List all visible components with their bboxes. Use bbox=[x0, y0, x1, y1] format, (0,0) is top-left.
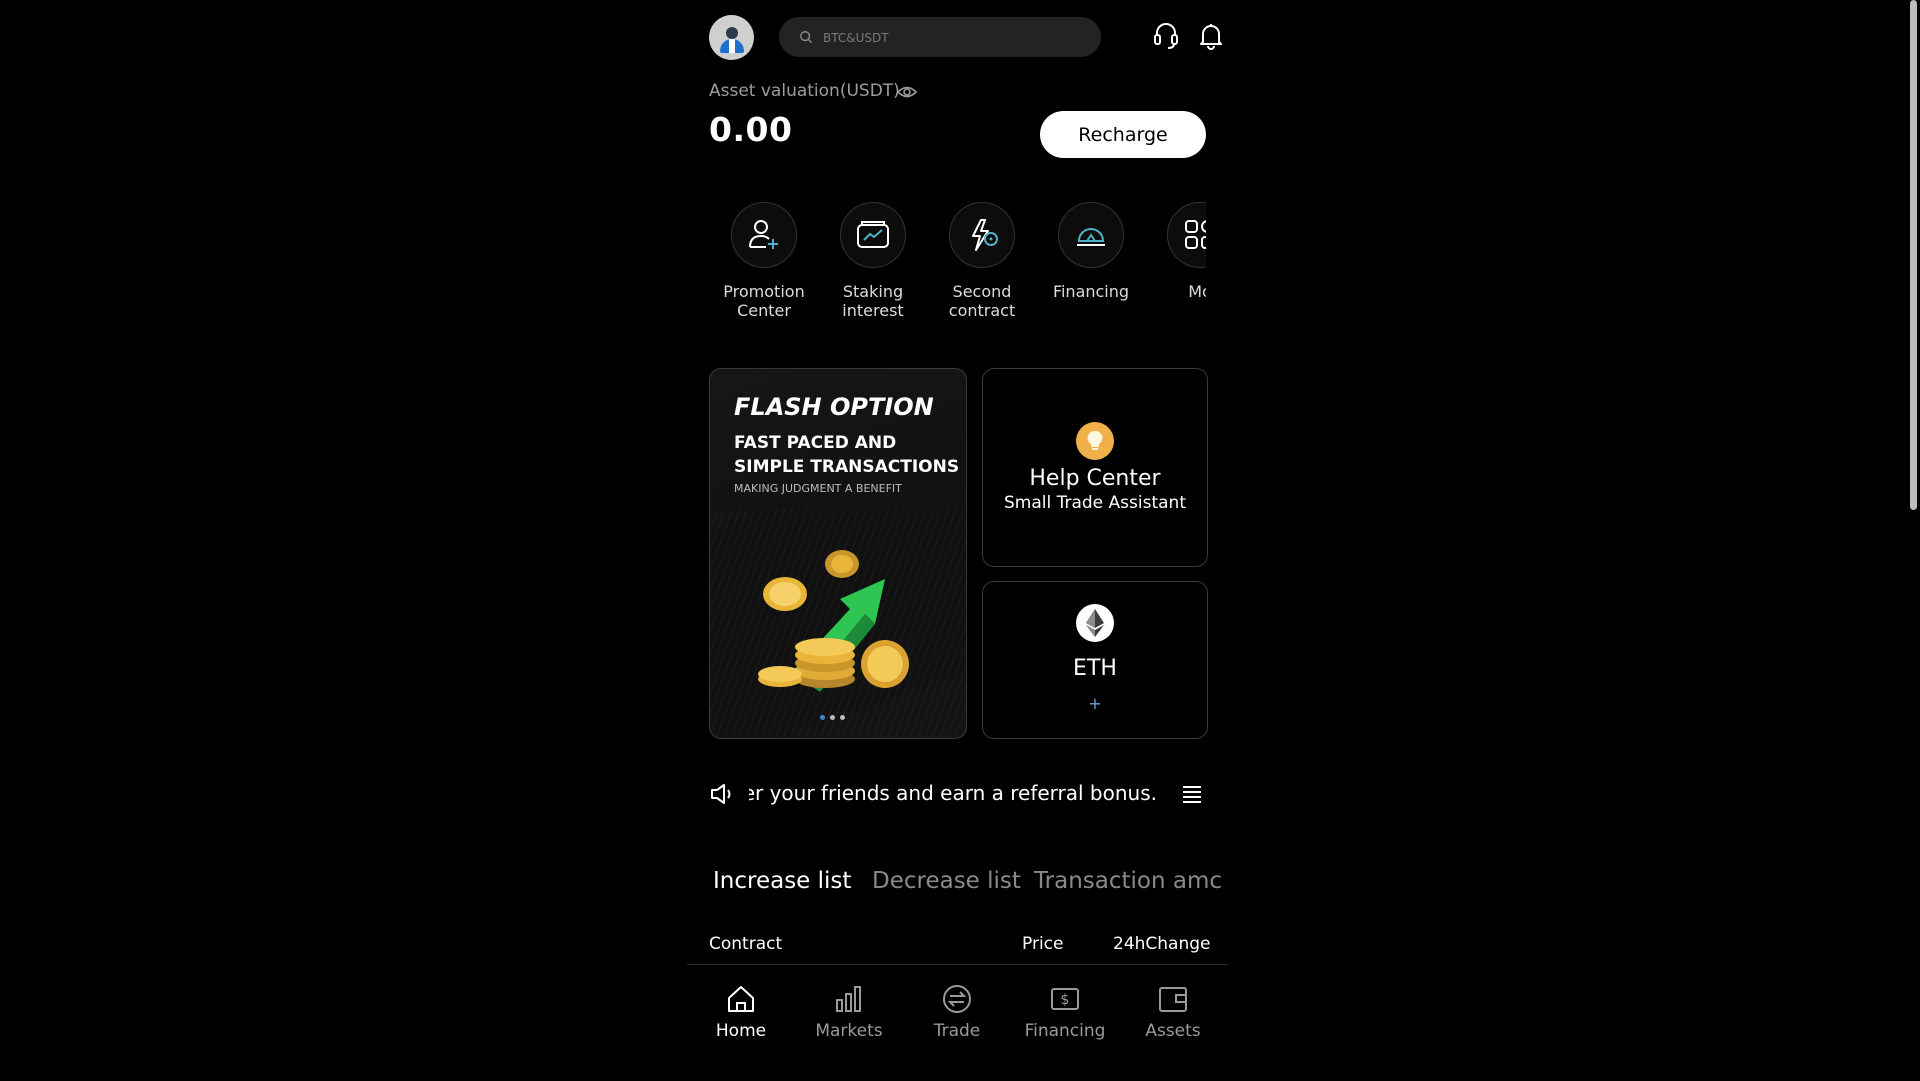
asset-valuation-value: 0.00 bbox=[709, 110, 793, 149]
home-icon bbox=[728, 986, 754, 1012]
nav-trade[interactable]: Trade bbox=[907, 983, 1007, 1041]
lightning-clock-icon bbox=[972, 219, 998, 251]
flash-option-banner[interactable]: FLASH OPTION FAST PACED AND SIMPLE TRANS… bbox=[709, 368, 967, 739]
quick-item-promotion-center[interactable]: Promotion Center bbox=[709, 202, 819, 320]
mobile-app: Asset valuation(USDT) 0.00 Recharge Prom… bbox=[687, 0, 1228, 1081]
banner-dot[interactable] bbox=[820, 715, 825, 720]
banner-dot[interactable] bbox=[840, 715, 845, 720]
lightbulb-icon bbox=[1076, 422, 1114, 460]
notice-bar: efer your friends and earn a referral bo… bbox=[709, 778, 1206, 812]
banner-title: FLASH OPTION bbox=[734, 393, 934, 421]
asset-valuation-label: Asset valuation(USDT) bbox=[709, 81, 900, 101]
quick-item-staking-interest[interactable]: Staking interest bbox=[818, 202, 928, 320]
banner-dot[interactable] bbox=[830, 715, 835, 720]
help-center-subtitle: Small Trade Assistant bbox=[1003, 493, 1186, 513]
avatar[interactable] bbox=[709, 15, 754, 60]
nav-home[interactable]: Home bbox=[691, 983, 791, 1041]
notice-marquee: efer your friends and earn a referral bo… bbox=[749, 778, 1157, 812]
quick-item-label: Second contract bbox=[948, 282, 1016, 320]
wallet-icon bbox=[1159, 987, 1187, 1012]
notice-text: efer your friends and earn a referral bo… bbox=[749, 781, 1157, 805]
eth-name: ETH bbox=[1073, 656, 1117, 681]
avatar-head bbox=[726, 27, 738, 39]
nav-label: Financing bbox=[1024, 1021, 1106, 1041]
banner-pagination bbox=[820, 715, 860, 723]
nav-assets[interactable]: Assets bbox=[1123, 983, 1223, 1041]
wallet-chart-icon bbox=[857, 221, 889, 248]
piggy-dome-icon bbox=[1077, 228, 1105, 246]
banner-subtitle: FAST PACED AND SIMPLE TRANSACTIONS bbox=[734, 433, 960, 477]
quick-item-financing[interactable]: Financing bbox=[1036, 202, 1146, 301]
eth-card[interactable]: ETH + bbox=[982, 581, 1208, 739]
top-header bbox=[709, 15, 1222, 60]
search-icon bbox=[800, 31, 812, 43]
dollar-card-icon: $ bbox=[1051, 988, 1079, 1010]
quick-menu: Promotion Center Staking interest Second… bbox=[709, 202, 1206, 322]
help-center-title: Help Center bbox=[1029, 466, 1161, 491]
column-header-24h-change: 24hChange bbox=[1113, 934, 1211, 954]
quick-item-circle bbox=[949, 202, 1015, 268]
column-header-contract: Contract bbox=[709, 934, 783, 954]
recharge-button[interactable]: Recharge bbox=[1040, 111, 1206, 158]
quick-item-label: Staking interest bbox=[842, 282, 904, 320]
tab-increase-list[interactable]: Increase list bbox=[713, 868, 851, 894]
user-plus-icon bbox=[749, 220, 778, 249]
more-grid-icon bbox=[1185, 220, 1206, 249]
quick-item-more[interactable]: Mo bbox=[1145, 202, 1206, 301]
quick-item-label: Promotion Center bbox=[723, 282, 805, 320]
quick-item-label: Financing bbox=[1052, 282, 1130, 301]
nav-label: Assets bbox=[1145, 1021, 1201, 1041]
quick-item-label: Mo bbox=[1188, 282, 1206, 301]
quick-item-circle bbox=[1058, 202, 1124, 268]
eth-add-button[interactable]: + bbox=[983, 694, 1207, 713]
ranking-tabs: Increase list Decrease list Transaction … bbox=[713, 868, 1223, 908]
nav-markets[interactable]: Markets bbox=[799, 983, 899, 1041]
bell-icon[interactable] bbox=[1197, 21, 1225, 51]
bar-chart-icon bbox=[836, 986, 861, 1012]
nav-label: Home bbox=[715, 1021, 767, 1041]
quick-item-circle bbox=[840, 202, 906, 268]
help-center-card[interactable]: Help Center Small Trade Assistant bbox=[982, 368, 1208, 567]
eye-icon[interactable] bbox=[897, 84, 917, 100]
banner-note: MAKING JUDGMENT A BENEFIT bbox=[734, 482, 902, 495]
nav-financing[interactable]: $ Financing bbox=[1015, 983, 1115, 1041]
column-header-price: Price bbox=[1022, 934, 1064, 954]
headset-support-icon[interactable] bbox=[1152, 21, 1180, 51]
page-scrollbar[interactable] bbox=[1906, 0, 1920, 1080]
scrollbar-thumb[interactable] bbox=[1910, 0, 1917, 510]
nav-label: Markets bbox=[815, 1021, 883, 1041]
ethereum-icon bbox=[1076, 604, 1114, 642]
svg-text:$: $ bbox=[1061, 992, 1070, 1008]
bottom-navigation: Home Markets Trade $ Financing Assets bbox=[687, 964, 1228, 1081]
gold-coins-arrow-illustration bbox=[758, 550, 909, 692]
avatar-body bbox=[720, 39, 744, 53]
search-bar[interactable] bbox=[779, 17, 1101, 59]
nav-label: Trade bbox=[933, 1021, 981, 1041]
table-header: Contract Price 24hChange bbox=[709, 932, 1211, 960]
tab-transaction-amount[interactable]: Transaction amc bbox=[1034, 868, 1222, 894]
list-icon[interactable] bbox=[1181, 783, 1203, 805]
quick-item-second-contract[interactable]: Second contract bbox=[927, 202, 1037, 320]
speaker-icon bbox=[711, 784, 731, 804]
tab-decrease-list[interactable]: Decrease list bbox=[872, 868, 1021, 894]
exchange-icon bbox=[943, 985, 971, 1013]
quick-item-circle bbox=[1167, 202, 1206, 268]
search-input[interactable] bbox=[821, 17, 1085, 59]
quick-item-circle bbox=[731, 202, 797, 268]
